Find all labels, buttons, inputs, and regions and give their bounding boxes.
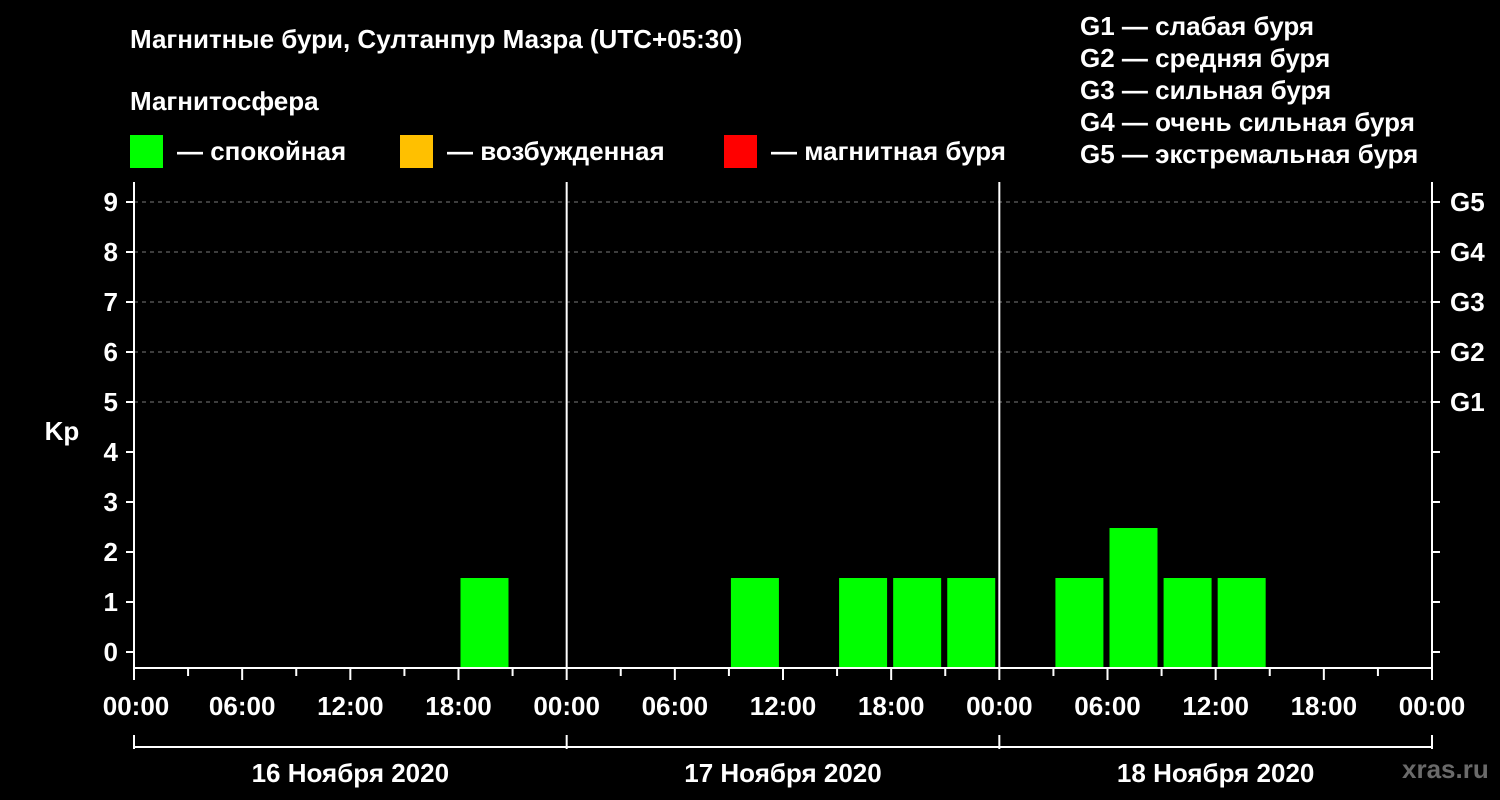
x-tick-label: 06:00	[209, 691, 276, 721]
y-tick-label: 5	[104, 387, 118, 417]
day-label: 16 Ноября 2020	[252, 758, 449, 788]
x-tick-label: 12:00	[750, 691, 817, 721]
y-tick-label: 7	[104, 287, 118, 317]
x-tick-label: 00:00	[966, 691, 1033, 721]
g-tick-label: G4	[1450, 237, 1485, 267]
x-tick-label: 00:00	[1399, 691, 1466, 721]
kp-bar	[1055, 578, 1104, 668]
g-tick-label: G3	[1450, 287, 1485, 317]
g-tick-label: G5	[1450, 187, 1485, 217]
x-tick-label: 12:00	[1182, 691, 1249, 721]
x-tick-label: 00:00	[533, 691, 600, 721]
kp-bar	[460, 578, 509, 668]
day-label: 17 Ноября 2020	[684, 758, 881, 788]
y-tick-label: 9	[104, 187, 118, 217]
x-tick-label: 00:00	[103, 691, 170, 721]
kp-bar	[1163, 578, 1212, 668]
kp-bar	[839, 578, 888, 668]
y-tick-label: 8	[104, 237, 118, 267]
kp-bar	[1217, 578, 1266, 668]
kp-bar	[730, 578, 779, 668]
y-tick-label: 3	[104, 487, 118, 517]
y-tick-label: 6	[104, 337, 118, 367]
y-tick-label: 0	[104, 637, 118, 667]
kp-chart: 0 1 2 3 4 5 6 7 8 9 G1 G2 G3 G4 G5 Kp 00:00 06:00 12:00 18:…	[45, 182, 1485, 788]
x-tick-label: 06:00	[1074, 691, 1141, 721]
y-axis-label: Kp	[45, 416, 80, 446]
watermark: xras.ru	[1402, 754, 1489, 784]
g-tick-label: G2	[1450, 337, 1485, 367]
x-tick-label: 18:00	[1291, 691, 1358, 721]
kp-bar	[893, 578, 942, 668]
x-tick-label: 18:00	[858, 691, 925, 721]
kp-bar	[1109, 528, 1158, 668]
y-tick-label: 4	[104, 437, 119, 467]
day-label: 18 Ноября 2020	[1117, 758, 1314, 788]
x-tick-label: 06:00	[642, 691, 709, 721]
kp-bar	[947, 578, 996, 668]
x-tick-label: 12:00	[317, 691, 384, 721]
y-tick-label: 2	[104, 537, 118, 567]
x-tick-label: 18:00	[425, 691, 492, 721]
y-tick-label: 1	[104, 587, 118, 617]
g-tick-label: G1	[1450, 387, 1485, 417]
